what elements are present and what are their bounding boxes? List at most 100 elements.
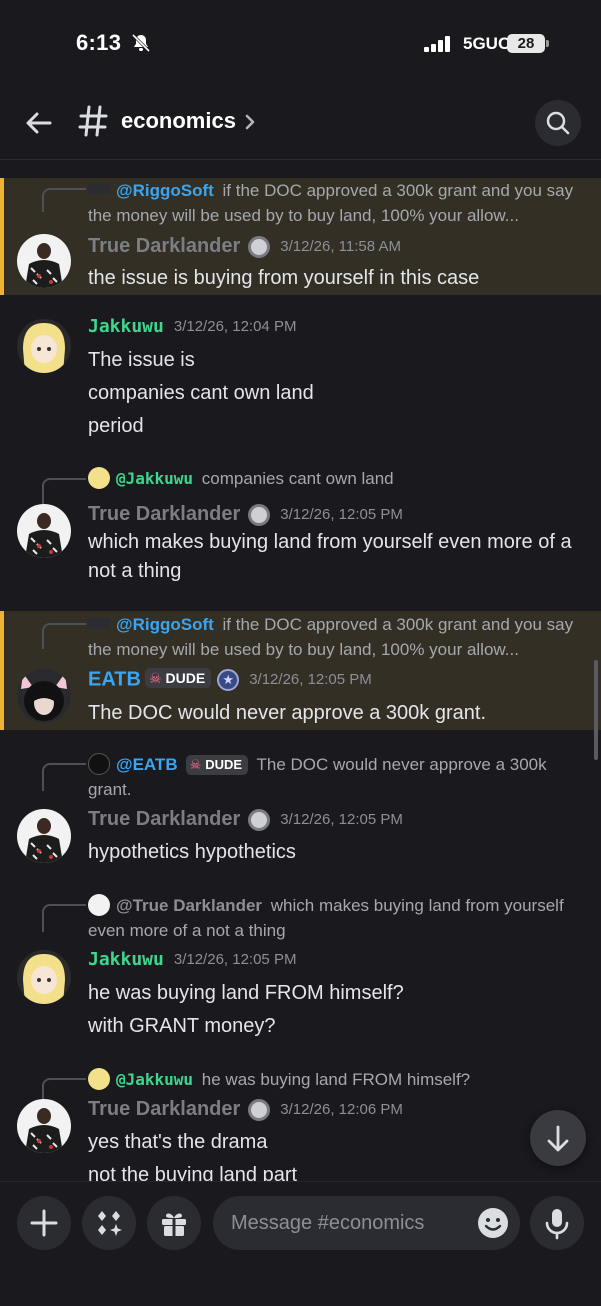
battery-cap xyxy=(546,40,549,47)
reply-connector xyxy=(42,904,86,932)
voice-message-button[interactable] xyxy=(530,1196,584,1250)
message-line: yes that's the drama xyxy=(88,1131,268,1153)
message-body: yes that's the drama not the buying land… xyxy=(88,1126,577,1181)
avatar[interactable] xyxy=(17,669,71,723)
message-line: The DOC would never approve a 300k grant… xyxy=(88,702,486,724)
network-label: 5GUC xyxy=(463,34,511,53)
avatar[interactable] xyxy=(17,950,71,1004)
reply-connector xyxy=(42,478,86,506)
message-header: True Darklander 3/12/26, 12:05 PM xyxy=(88,808,403,836)
server-tag-label: DUDE xyxy=(165,670,206,686)
timestamp: 3/12/26, 11:58 AM xyxy=(280,238,401,255)
reply-mention[interactable]: @RiggoSoft xyxy=(116,615,214,634)
apps-icon xyxy=(98,1211,122,1236)
reply-text: he was buying land FROM himself? xyxy=(201,1070,471,1089)
reply-mention[interactable]: @Jakkuwu xyxy=(116,1070,193,1089)
capitol-badge-icon xyxy=(248,808,271,831)
status-time: 6:13 xyxy=(76,30,122,55)
chevron-right-icon[interactable] xyxy=(243,112,257,132)
star-badge-icon: ★ xyxy=(217,668,240,691)
message-item[interactable]: @True Darklander which makes buying land… xyxy=(0,892,601,1052)
reply-preview[interactable]: @RiggoSoft if the DOC approved a 300k gr… xyxy=(88,612,577,662)
bell-off-icon xyxy=(131,33,151,53)
server-tag-label: DUDE xyxy=(205,757,243,772)
avatar[interactable] xyxy=(17,1099,71,1153)
username[interactable]: True Darklander xyxy=(88,235,240,257)
message-item[interactable]: Jakkuwu 3/12/26, 12:04 PM The issue is co… xyxy=(0,311,601,441)
status-bar: 6:13 5GUC 28 xyxy=(0,0,601,90)
reply-connector xyxy=(42,623,86,649)
add-attachment-button[interactable] xyxy=(17,1196,71,1250)
search-icon xyxy=(546,111,570,135)
username[interactable]: Jakkuwu xyxy=(88,949,164,970)
timestamp: 3/12/26, 12:06 PM xyxy=(280,1101,403,1118)
reply-avatar xyxy=(88,184,110,194)
message-line: not the buying land part xyxy=(88,1164,298,1181)
reply-preview[interactable]: @True Darklander which makes buying land… xyxy=(88,893,577,943)
reply-avatar xyxy=(88,1068,110,1090)
reply-preview[interactable]: @Jakkuwu companies cant own land xyxy=(88,466,577,491)
apps-button[interactable] xyxy=(82,1196,136,1250)
timestamp: 3/12/26, 12:05 PM xyxy=(173,951,297,968)
reply-mention[interactable]: @RiggoSoft xyxy=(116,181,214,200)
message-item[interactable]: @Jakkuwu he was buying land FROM himself… xyxy=(0,1066,601,1181)
message-item[interactable]: @RiggoSoft if the DOC approved a 300k gr… xyxy=(0,178,601,295)
capitol-badge-icon xyxy=(248,235,271,258)
reply-mention[interactable]: @True Darklander xyxy=(116,896,262,915)
reply-mention[interactable]: @Jakkuwu xyxy=(116,469,193,488)
reply-avatar xyxy=(88,467,110,489)
reply-preview[interactable]: @RiggoSoft if the DOC approved a 300k gr… xyxy=(88,178,577,228)
back-arrow-icon[interactable] xyxy=(22,106,56,140)
username[interactable]: True Darklander xyxy=(88,1098,240,1120)
message-body: the issue is buying from yourself in thi… xyxy=(88,262,577,294)
emoji-icon[interactable] xyxy=(476,1206,510,1240)
reply-mention[interactable]: @EATB xyxy=(116,755,178,774)
message-line: with GRANT money? xyxy=(88,1015,276,1037)
reply-avatar xyxy=(88,618,110,628)
channel-name[interactable]: economics xyxy=(121,108,236,134)
server-tag: ☠ DUDE xyxy=(185,755,249,775)
composer-bar xyxy=(0,1181,601,1306)
message-item[interactable]: @Jakkuwu companies cant own land True Da… xyxy=(0,466,601,596)
arrow-down-icon xyxy=(547,1125,569,1152)
message-item[interactable]: @RiggoSoft if the DOC approved a 300k gr… xyxy=(0,611,601,730)
reply-avatar xyxy=(88,753,110,775)
username[interactable]: True Darklander xyxy=(88,808,240,830)
message-header: EATB ☠ DUDE ★ 3/12/26, 12:05 PM xyxy=(88,668,372,696)
message-body: he was buying land FROM himself? with GR… xyxy=(88,977,577,1042)
skull-icon: ☠ xyxy=(148,670,162,686)
capitol-badge-icon xyxy=(248,1098,271,1121)
message-header: True Darklander 3/12/26, 12:06 PM xyxy=(88,1098,403,1126)
search-button[interactable] xyxy=(535,100,581,146)
scrollbar[interactable] xyxy=(594,660,598,760)
avatar[interactable] xyxy=(17,319,71,373)
avatar[interactable] xyxy=(17,234,71,288)
timestamp: 3/12/26, 12:05 PM xyxy=(280,506,403,523)
message-line: hypothetics hypothetics xyxy=(88,841,296,863)
message-line: which makes buying land from yourself ev… xyxy=(88,531,572,582)
signal-icon xyxy=(424,36,450,52)
message-body: hypothetics hypothetics xyxy=(88,836,577,868)
message-header: True Darklander 3/12/26, 12:05 PM xyxy=(88,503,403,531)
reply-preview[interactable]: @EATB ☠ DUDE The DOC would never approve a… xyxy=(88,752,577,802)
reply-text: companies cant own land xyxy=(201,469,394,488)
jump-to-present-button[interactable] xyxy=(530,1110,586,1166)
gift-button[interactable] xyxy=(147,1196,201,1250)
message-body: which makes buying land from yourself ev… xyxy=(88,528,577,586)
username[interactable]: EATB xyxy=(88,668,141,690)
reply-connector xyxy=(42,763,86,791)
username[interactable]: Jakkuwu xyxy=(88,316,164,337)
message-list[interactable]: @RiggoSoft if the DOC approved a 300k gr… xyxy=(0,161,601,1181)
avatar[interactable] xyxy=(17,809,71,863)
username[interactable]: True Darklander xyxy=(88,503,240,525)
server-tag: ☠ DUDE xyxy=(144,668,212,688)
avatar[interactable] xyxy=(17,504,71,558)
plus-icon xyxy=(30,1209,58,1237)
gift-icon xyxy=(162,1213,186,1236)
timestamp: 3/12/26, 12:05 PM xyxy=(280,811,403,828)
reply-preview[interactable]: @Jakkuwu he was buying land FROM himself… xyxy=(88,1067,577,1092)
message-line: he was buying land FROM himself? xyxy=(88,982,404,1004)
message-item[interactable]: @EATB ☠ DUDE The DOC would never approve a… xyxy=(0,751,601,876)
message-line: period xyxy=(88,415,144,437)
message-input[interactable] xyxy=(213,1196,520,1250)
